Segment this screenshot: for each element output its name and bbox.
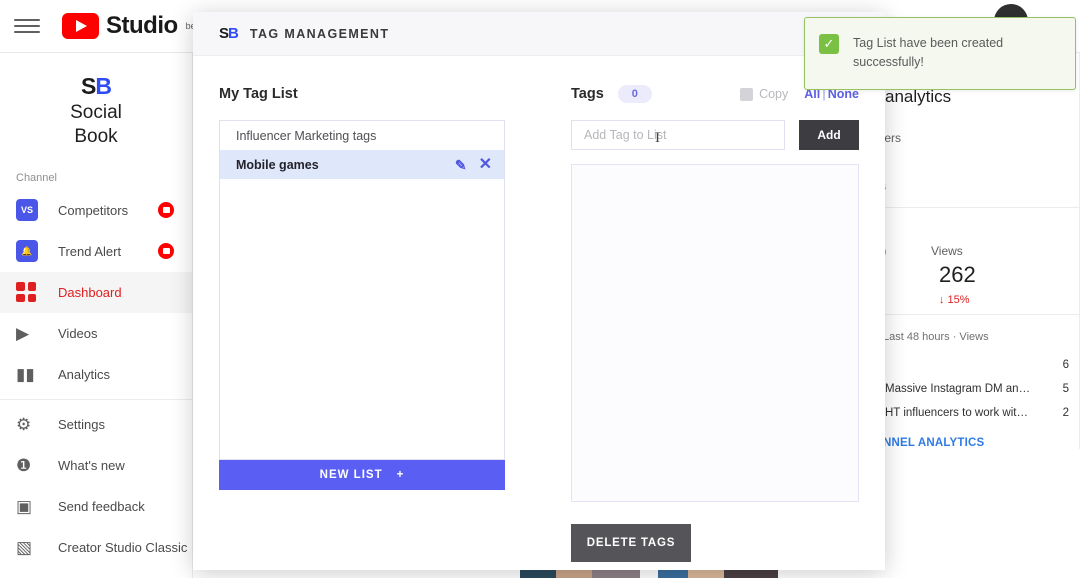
brand-name-line2: Book bbox=[74, 125, 118, 147]
sidebar-item-label: Analytics bbox=[58, 366, 111, 382]
feedback-icon: ▣ bbox=[16, 496, 33, 516]
new-list-label: NEW LIST bbox=[319, 469, 383, 481]
list-item[interactable]: Influencer Marketing tags bbox=[220, 121, 504, 150]
new-list-button[interactable]: NEW LIST + bbox=[219, 460, 505, 490]
sidebar-item-competitors[interactable]: VS Competitors bbox=[0, 190, 192, 231]
sidebar-item-analytics[interactable]: ▮▮ Analytics bbox=[0, 354, 192, 395]
sidebar-item-label: What's new bbox=[58, 457, 125, 473]
table-row[interactable]: 6 bbox=[871, 353, 1079, 377]
analytics-card: analytics cribers days min) Views 262 ↓ … bbox=[870, 53, 1080, 449]
table-row[interactable]: HT influencers to work wit… 2 bbox=[871, 401, 1079, 425]
success-toast[interactable]: ✓ Tag List have been created successfull… bbox=[804, 17, 1076, 90]
table-row[interactable]: Massive Instagram DM an… 5 bbox=[871, 377, 1079, 401]
row-title: Massive Instagram DM an… bbox=[885, 383, 1031, 395]
copy-button[interactable]: Copy bbox=[740, 87, 788, 101]
youtube-studio-logo[interactable]: Studio beta bbox=[62, 12, 203, 40]
sidebar-item-creator-studio-classic[interactable]: ▧ Creator Studio Classic bbox=[0, 527, 192, 568]
sidebar-item-label: Trend Alert bbox=[58, 243, 122, 259]
my-tag-list-header: My Tag List bbox=[219, 82, 505, 106]
brand-block: SB Social Book bbox=[0, 53, 192, 164]
my-tag-list-panel: My Tag List Influencer Marketing tags Mo… bbox=[219, 82, 505, 562]
row-title: HT influencers to work wit… bbox=[885, 407, 1028, 419]
tags-title: Tags bbox=[571, 86, 604, 102]
add-tag-input[interactable] bbox=[571, 120, 785, 150]
analytics-side-panel: analytics cribers days min) Views 262 ↓ … bbox=[870, 53, 1080, 578]
modal-title: TAG MANAGEMENT bbox=[249, 26, 390, 41]
sidebar-item-settings[interactable]: ⚙ Settings bbox=[0, 404, 192, 445]
toast-message: Tag List have been created successfully! bbox=[853, 36, 1004, 70]
youtube-badge-icon bbox=[158, 202, 174, 219]
last-48-hours-caption: Last 48 hours · Views bbox=[883, 331, 989, 343]
app-root: Studio beta SB Social Book Channel VS Co… bbox=[0, 0, 1080, 578]
sidebar: SB Social Book Channel VS Competitors 🔔 … bbox=[0, 53, 193, 578]
classic-studio-icon: ▧ bbox=[16, 537, 33, 557]
my-tag-list-title: My Tag List bbox=[219, 86, 298, 102]
vs-icon: VS bbox=[16, 199, 42, 222]
sidebar-item-dashboard[interactable]: Dashboard bbox=[0, 271, 192, 313]
tag-list-box: Influencer Marketing tags Mobile games ✎… bbox=[219, 120, 505, 460]
metrics-row: min) Views 262 ↓ 15% bbox=[870, 208, 1079, 314]
close-x-icon[interactable]: ✕ bbox=[479, 156, 492, 173]
hamburger-icon[interactable] bbox=[14, 16, 40, 36]
dashboard-grid-icon bbox=[16, 281, 42, 303]
sidebar-section-label: Channel bbox=[16, 171, 57, 184]
gear-icon: ⚙ bbox=[16, 414, 32, 434]
sidebar-item-whats-new[interactable]: ❶ What's new bbox=[0, 445, 192, 486]
youtube-play-icon bbox=[62, 13, 99, 39]
views-delta: ↓ 15% bbox=[939, 294, 970, 306]
tags-panel: Tags 0 Copy All | None Add Tag to List A… bbox=[571, 82, 859, 562]
sidebar-item-label: Competitors bbox=[58, 202, 129, 218]
video-icon: ▶ bbox=[16, 323, 30, 343]
socialbook-logo-icon: SB bbox=[81, 73, 112, 99]
sidebar-item-label: Videos bbox=[58, 325, 98, 341]
add-tag-button[interactable]: Add bbox=[799, 120, 859, 150]
delete-tags-button[interactable]: DELETE TAGS bbox=[571, 524, 691, 562]
days-label: days bbox=[870, 145, 1079, 207]
row-value: 2 bbox=[1062, 407, 1069, 419]
views-label: Views bbox=[931, 244, 963, 258]
views-value: 262 bbox=[939, 262, 976, 287]
text-cursor-icon: I bbox=[655, 130, 660, 146]
copy-icon bbox=[740, 87, 754, 101]
add-tag-row: Add bbox=[571, 120, 859, 150]
sidebar-item-videos[interactable]: ▶ Videos bbox=[0, 313, 192, 354]
sidebar-item-label: Send feedback bbox=[58, 498, 145, 514]
sidebar-item-label: Creator Studio Classic bbox=[58, 539, 188, 555]
list-item-selected[interactable]: Mobile games ✎ ✕ bbox=[220, 150, 504, 179]
modal-header: SB TAG MANAGEMENT bbox=[193, 12, 885, 56]
row-value: 5 bbox=[1062, 383, 1069, 395]
youtube-badge-icon bbox=[158, 243, 174, 260]
row-value: 6 bbox=[1062, 359, 1069, 371]
sidebar-item-label: Dashboard bbox=[58, 284, 122, 300]
list-item-label: Mobile games bbox=[236, 157, 319, 172]
tags-container[interactable] bbox=[571, 164, 859, 502]
sidebar-item-send-feedback[interactable]: ▣ Send feedback bbox=[0, 486, 192, 527]
sidebar-item-label: Settings bbox=[58, 416, 105, 432]
brand-name-line1: Social bbox=[70, 102, 122, 123]
socialbook-logo-icon: SB bbox=[219, 25, 239, 42]
edit-pencil-icon[interactable]: ✎ bbox=[455, 158, 467, 172]
bell-icon: 🔔 bbox=[16, 240, 42, 263]
alert-badge-icon: ❶ bbox=[16, 455, 32, 475]
sidebar-item-trend-alert[interactable]: 🔔 Trend Alert bbox=[0, 231, 192, 272]
channel-analytics-link[interactable]: NNEL ANALYTICS bbox=[871, 425, 1079, 449]
plus-icon: + bbox=[396, 469, 405, 481]
subscribers-label: cribers bbox=[870, 131, 902, 145]
tag-management-modal: SB TAG MANAGEMENT My Tag List Influencer… bbox=[193, 12, 885, 570]
sidebar-divider bbox=[0, 398, 192, 400]
copy-label: Copy bbox=[759, 87, 789, 101]
list-item-label: Influencer Marketing tags bbox=[236, 128, 377, 143]
studio-wordmark: Studio bbox=[106, 12, 178, 39]
check-icon: ✓ bbox=[819, 34, 839, 54]
tags-count-badge: 0 bbox=[617, 85, 652, 103]
bar-chart-icon: ▮▮ bbox=[16, 364, 35, 384]
modal-body: My Tag List Influencer Marketing tags Mo… bbox=[193, 56, 885, 562]
list-item-actions: ✎ ✕ bbox=[455, 156, 492, 173]
